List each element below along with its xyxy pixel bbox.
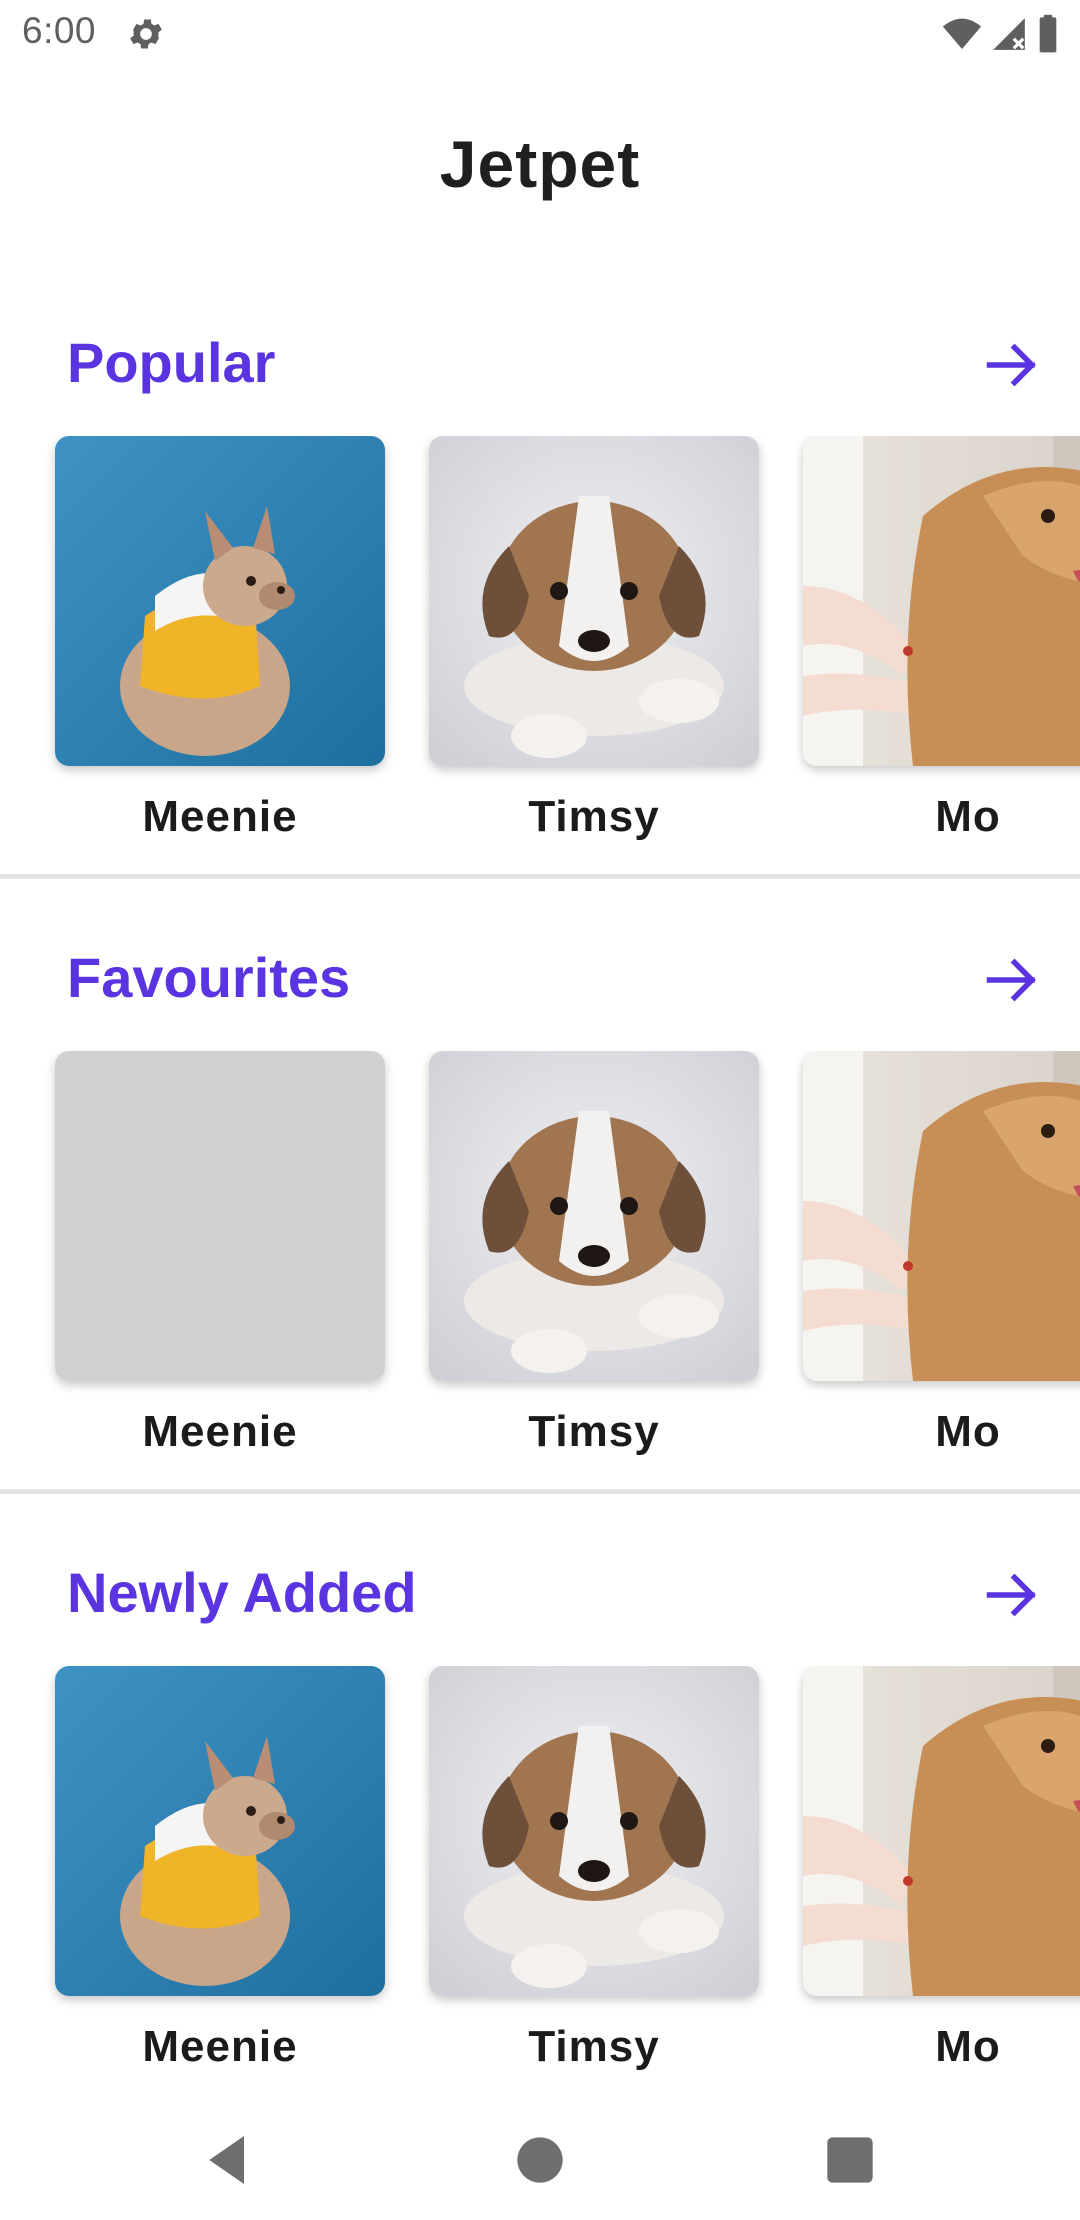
french-bulldog-photo <box>55 436 385 766</box>
section-divider <box>0 1489 1080 1494</box>
status-time: 6:00 <box>22 10 97 51</box>
pet-card-mo[interactable]: Mo <box>803 436 1080 856</box>
pet-card-meenie[interactable]: Meenie <box>55 436 385 856</box>
pet-name: Mo <box>935 2022 1001 2071</box>
section-newly-added: Newly Added Meenie Timsy Mo <box>0 1530 1080 2145</box>
app-title: Jetpet <box>439 127 641 201</box>
status-bar: 6:00 <box>0 0 1080 66</box>
pet-card-mo[interactable]: Mo <box>803 1666 1080 2086</box>
section-header: Popular <box>0 300 1080 420</box>
arrow-right-icon[interactable] <box>982 950 1042 1010</box>
golden-retriever-photo <box>803 436 1080 766</box>
pet-card-mo[interactable]: Mo <box>803 1051 1080 1471</box>
pet-name: Meenie <box>142 2022 298 2071</box>
puppy-photo <box>429 436 759 766</box>
recents-icon[interactable] <box>818 2128 882 2192</box>
section-favourites: Favourites Meenie Timsy Mo <box>0 915 1080 1530</box>
signal-icon <box>993 18 1025 50</box>
home-icon[interactable] <box>508 2128 572 2192</box>
pet-name: Timsy <box>528 2022 660 2071</box>
pet-card-timsy[interactable]: Timsy <box>429 1666 759 2086</box>
pet-name: Timsy <box>528 1407 660 1456</box>
pet-carousel[interactable]: Meenie Timsy Mo <box>0 1051 1080 1491</box>
golden-retriever-photo <box>803 1666 1080 1996</box>
pet-card-meenie[interactable]: Meenie <box>55 1666 385 2086</box>
arrow-right-icon[interactable] <box>982 335 1042 395</box>
pet-card-meenie[interactable]: Meenie <box>55 1051 385 1471</box>
pet-carousel[interactable]: Meenie Timsy Mo <box>0 436 1080 876</box>
section-divider <box>0 874 1080 879</box>
gear-icon <box>130 19 162 49</box>
image-placeholder <box>55 1051 385 1381</box>
pet-name: Mo <box>935 1407 1001 1456</box>
app-screen: 6:00 Jetpet Popular Meenie Timsy Mo Favo… <box>0 0 1080 2220</box>
puppy-photo <box>429 1666 759 1996</box>
section-title: Popular <box>67 331 276 394</box>
pet-name: Meenie <box>142 792 298 841</box>
section-popular: Popular Meenie Timsy Mo <box>0 300 1080 915</box>
arrow-right-icon[interactable] <box>982 1565 1042 1625</box>
back-icon[interactable] <box>196 2128 260 2192</box>
wifi-icon <box>942 18 982 49</box>
golden-retriever-photo <box>803 1051 1080 1381</box>
section-title: Favourites <box>67 946 351 1009</box>
puppy-photo <box>429 1051 759 1381</box>
french-bulldog-photo <box>55 1666 385 1996</box>
pet-card-timsy[interactable]: Timsy <box>429 1051 759 1471</box>
pet-carousel[interactable]: Meenie Timsy Mo <box>0 1666 1080 2106</box>
pet-card-timsy[interactable]: Timsy <box>429 436 759 856</box>
pet-name: Meenie <box>142 1407 298 1456</box>
pet-name: Mo <box>935 792 1001 841</box>
section-header: Newly Added <box>0 1530 1080 1650</box>
navigation-bar <box>0 2100 1080 2220</box>
status-icons <box>942 14 1060 54</box>
pet-name: Timsy <box>528 792 660 841</box>
section-title: Newly Added <box>67 1561 417 1624</box>
section-header: Favourites <box>0 915 1080 1035</box>
battery-icon <box>1039 14 1057 53</box>
